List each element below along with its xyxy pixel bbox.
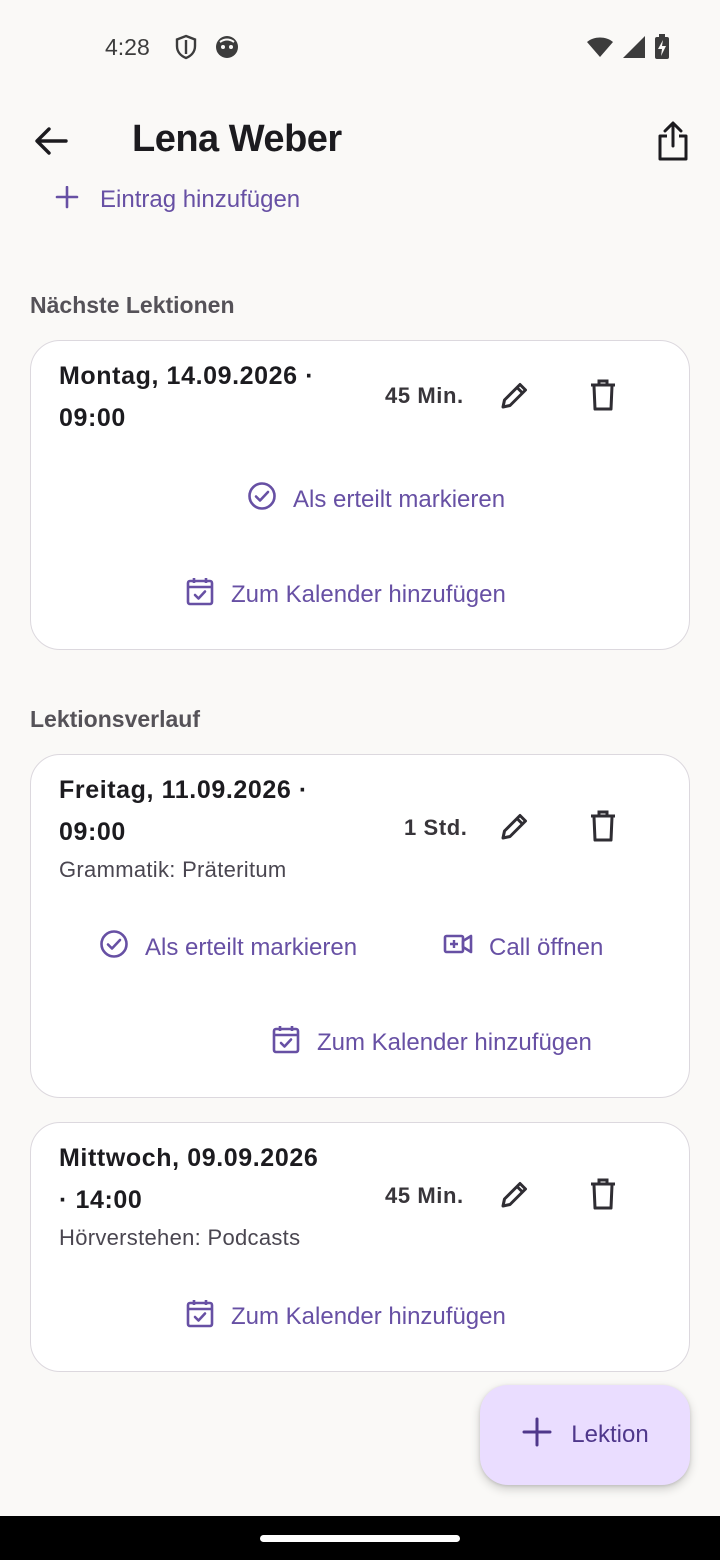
add-entry-label: Eintrag hinzufügen (100, 186, 301, 213)
trash-icon (589, 1178, 617, 1215)
cellular-signal-icon (622, 35, 646, 64)
delete-button[interactable] (579, 804, 627, 852)
system-navigation-bar (0, 1516, 720, 1560)
wifi-icon (586, 35, 614, 64)
check-circle-icon (99, 929, 129, 966)
status-bar: 4:28 (0, 0, 720, 96)
home-gesture-handle[interactable] (260, 1535, 460, 1542)
page-title: Lena Weber (132, 118, 342, 160)
section-title-upcoming: Nächste Lektionen (30, 292, 235, 318)
back-button[interactable] (26, 118, 76, 168)
arrow-back-icon (34, 126, 68, 161)
lesson-date: Montag, 14.09.2026 · 09:00 (59, 362, 315, 432)
add-entry-button[interactable]: Eintrag hinzufügen (54, 180, 300, 220)
lesson-topic: Hörverstehen: Podcasts (59, 1225, 301, 1250)
pencil-icon (499, 1178, 531, 1215)
calendar-check-icon (185, 1298, 215, 1335)
lesson-duration: 1 Std. (404, 815, 468, 840)
plus-icon (521, 1416, 553, 1455)
plus-icon (54, 184, 80, 217)
lesson-topic: Grammatik: Präteritum (59, 857, 287, 882)
pencil-icon (499, 810, 531, 847)
robot-face-icon (214, 34, 240, 65)
mark-given-button[interactable]: Als erteilt markieren (247, 481, 505, 518)
delete-button[interactable] (579, 1172, 627, 1220)
shield-icon (174, 34, 198, 65)
top-app-bar: Lena Weber (0, 96, 720, 186)
lesson-card: Mittwoch, 09.09.2026 · 14:00 45 Min. Hör… (30, 1122, 690, 1372)
trash-icon (589, 379, 617, 416)
add-to-calendar-button[interactable]: Zum Kalender hinzufügen (271, 1024, 592, 1061)
lesson-card: Montag, 14.09.2026 · 09:00 45 Min. Als e… (30, 340, 690, 650)
delete-button[interactable] (579, 373, 627, 421)
lesson-duration: 45 Min. (385, 383, 464, 408)
lesson-date: Mittwoch, 09.09.2026 · 14:00 (59, 1144, 319, 1214)
edit-button[interactable] (491, 804, 539, 852)
status-time: 4:28 (105, 34, 150, 60)
section-title-history: Lektionsverlauf (30, 706, 200, 732)
battery-charging-icon (654, 34, 670, 65)
add-to-calendar-button[interactable]: Zum Kalender hinzufügen (185, 1298, 506, 1335)
lesson-duration: 45 Min. (385, 1183, 464, 1208)
fab-label: Lektion (571, 1421, 649, 1448)
video-call-icon (443, 929, 473, 966)
edit-button[interactable] (491, 1172, 539, 1220)
add-lesson-fab[interactable]: Lektion (480, 1385, 690, 1485)
trash-icon (589, 810, 617, 847)
check-circle-icon (247, 481, 277, 518)
add-to-calendar-button[interactable]: Zum Kalender hinzufügen (185, 576, 506, 613)
lesson-card: Freitag, 11.09.2026 · 09:00 1 Std. Gramm… (30, 754, 690, 1098)
lesson-date: Freitag, 11.09.2026 · 09:00 (59, 776, 308, 846)
edit-button[interactable] (491, 373, 539, 421)
mark-given-button[interactable]: Als erteilt markieren (99, 929, 357, 966)
calendar-check-icon (185, 576, 215, 613)
open-call-button[interactable]: Call öffnen (443, 929, 603, 966)
calendar-check-icon (271, 1024, 301, 1061)
pencil-icon (499, 379, 531, 416)
share-button[interactable] (648, 116, 698, 170)
share-icon (657, 120, 689, 167)
